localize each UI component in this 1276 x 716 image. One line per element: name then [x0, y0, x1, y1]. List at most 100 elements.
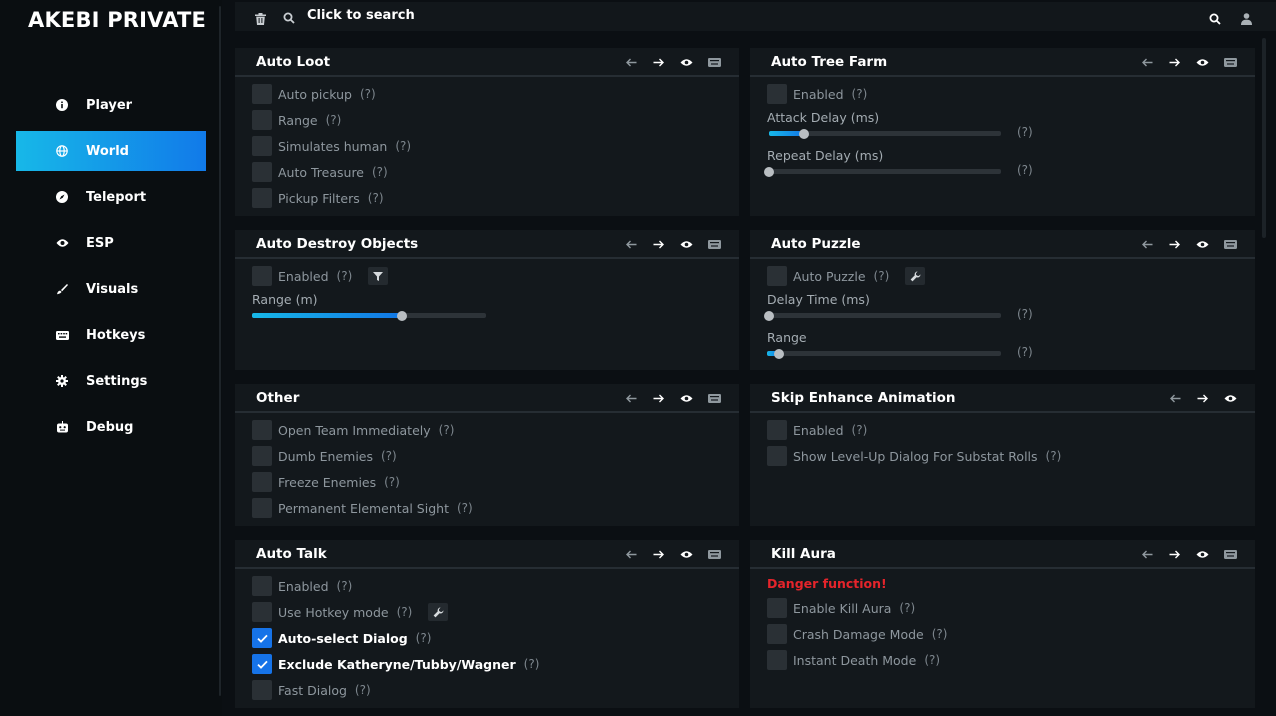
trash-icon[interactable] [255, 10, 266, 29]
help-hint[interactable]: (?) [924, 653, 940, 667]
arrow-right-icon[interactable] [650, 390, 666, 406]
help-hint[interactable]: (?) [397, 605, 413, 619]
checkbox[interactable] [767, 598, 787, 618]
checkbox[interactable] [252, 602, 272, 622]
help-hint[interactable]: (?) [372, 165, 388, 179]
checkbox[interactable] [252, 498, 272, 518]
help-hint[interactable]: (?) [457, 501, 473, 515]
checkbox[interactable] [767, 420, 787, 440]
help-hint[interactable]: (?) [1017, 125, 1033, 139]
checkbox[interactable] [252, 110, 272, 130]
arrow-left-icon[interactable] [623, 546, 639, 562]
slider-handle[interactable] [764, 310, 774, 321]
slider-handle[interactable] [798, 128, 809, 139]
help-hint[interactable]: (?) [368, 191, 384, 205]
checkbox-checked[interactable] [252, 654, 272, 674]
search-button-icon[interactable] [1209, 10, 1221, 29]
eye-icon[interactable] [1194, 54, 1210, 70]
sidebar-item-visuals[interactable]: Visuals [16, 269, 206, 309]
filter-button[interactable] [368, 267, 389, 285]
checkbox[interactable] [767, 650, 787, 670]
eye-icon[interactable] [1194, 546, 1210, 562]
keyboard-icon[interactable] [1222, 546, 1238, 562]
arrow-right-icon[interactable] [650, 54, 666, 70]
arrow-left-icon[interactable] [623, 54, 639, 70]
range-slider[interactable] [767, 348, 1001, 359]
help-hint[interactable]: (?) [326, 113, 342, 127]
eye-icon[interactable] [678, 546, 694, 562]
scrollbar[interactable] [1262, 38, 1266, 238]
arrow-left-icon[interactable] [1139, 54, 1155, 70]
eye-icon[interactable] [678, 390, 694, 406]
checkbox[interactable] [252, 680, 272, 700]
sidebar-item-world[interactable]: World [16, 131, 206, 171]
help-hint[interactable]: (?) [384, 475, 400, 489]
sidebar-item-player[interactable]: Player [16, 85, 206, 125]
wrench-button[interactable] [428, 603, 449, 621]
help-hint[interactable]: (?) [1017, 307, 1033, 321]
wrench-button[interactable] [905, 267, 926, 285]
help-hint[interactable]: (?) [1017, 345, 1033, 359]
keyboard-icon[interactable] [706, 54, 722, 70]
checkbox[interactable] [252, 420, 272, 440]
help-hint[interactable]: (?) [932, 627, 948, 641]
keyboard-icon[interactable] [706, 546, 722, 562]
keyboard-icon[interactable] [706, 390, 722, 406]
checkbox[interactable] [252, 472, 272, 492]
sidebar-item-hotkeys[interactable]: Hotkeys [16, 315, 206, 355]
arrow-left-icon[interactable] [623, 390, 639, 406]
checkbox[interactable] [252, 162, 272, 182]
help-hint[interactable]: (?) [337, 269, 353, 283]
arrow-right-icon[interactable] [650, 236, 666, 252]
arrow-right-icon[interactable] [1166, 236, 1182, 252]
help-hint[interactable]: (?) [337, 579, 353, 593]
arrow-left-icon[interactable] [1167, 390, 1183, 406]
help-hint[interactable]: (?) [381, 449, 397, 463]
keyboard-icon[interactable] [1222, 236, 1238, 252]
checkbox[interactable] [252, 446, 272, 466]
arrow-left-icon[interactable] [623, 236, 639, 252]
help-hint[interactable]: (?) [524, 657, 540, 671]
eye-icon[interactable] [678, 54, 694, 70]
user-icon[interactable] [1241, 10, 1252, 29]
arrow-left-icon[interactable] [1139, 236, 1155, 252]
eye-icon[interactable] [1194, 236, 1210, 252]
help-hint[interactable]: (?) [899, 601, 915, 615]
checkbox[interactable] [252, 576, 272, 596]
help-hint[interactable]: (?) [439, 423, 455, 437]
arrow-right-icon[interactable] [1194, 390, 1210, 406]
checkbox[interactable] [767, 624, 787, 644]
search-input[interactable]: Click to search [307, 8, 415, 23]
sidebar-item-debug[interactable]: Debug [16, 407, 206, 447]
checkbox[interactable] [767, 446, 787, 466]
slider-handle[interactable] [773, 348, 784, 359]
arrow-right-icon[interactable] [1166, 54, 1182, 70]
eye-icon[interactable] [1222, 390, 1238, 406]
arrow-right-icon[interactable] [650, 546, 666, 562]
arrow-left-icon[interactable] [1139, 546, 1155, 562]
checkbox[interactable] [767, 84, 787, 104]
checkbox[interactable] [252, 136, 272, 156]
help-hint[interactable]: (?) [852, 423, 868, 437]
delay-time-slider[interactable] [764, 310, 1001, 321]
eye-icon[interactable] [678, 236, 694, 252]
help-hint[interactable]: (?) [395, 139, 411, 153]
help-hint[interactable]: (?) [355, 683, 371, 697]
help-hint[interactable]: (?) [360, 87, 376, 101]
help-hint[interactable]: (?) [416, 631, 432, 645]
slider-handle[interactable] [764, 166, 774, 177]
help-hint[interactable]: (?) [874, 269, 890, 283]
repeat-delay-slider[interactable] [764, 166, 1001, 177]
sidebar-item-teleport[interactable]: Teleport [16, 177, 206, 217]
checkbox[interactable] [252, 188, 272, 208]
help-hint[interactable]: (?) [1046, 449, 1062, 463]
checkbox-checked[interactable] [252, 628, 272, 648]
checkbox[interactable] [767, 266, 787, 286]
help-hint[interactable]: (?) [852, 87, 868, 101]
sidebar-item-esp[interactable]: ESP [16, 223, 206, 263]
attack-delay-slider[interactable] [769, 128, 1001, 139]
help-hint[interactable]: (?) [1017, 163, 1033, 177]
keyboard-icon[interactable] [1222, 54, 1238, 70]
sidebar-item-settings[interactable]: Settings [16, 361, 206, 401]
checkbox[interactable] [252, 266, 272, 286]
